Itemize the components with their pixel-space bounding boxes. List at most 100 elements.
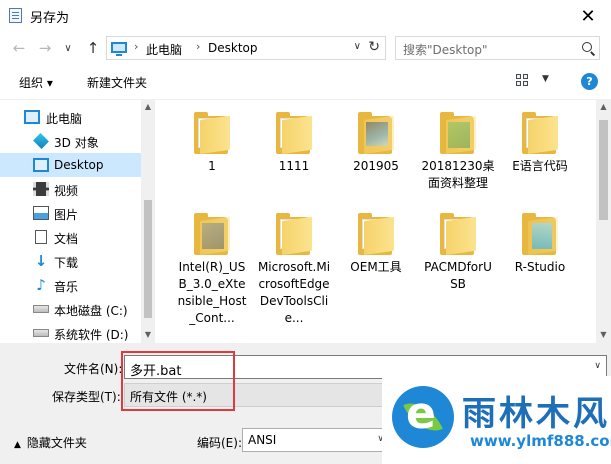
filename-label: 文件名(N): bbox=[64, 362, 123, 376]
sidebar-item-downloads[interactable]: ↓ 下载 bbox=[0, 249, 141, 273]
computer-icon bbox=[24, 110, 40, 124]
list-item[interactable]: 20181230桌面资料整理 bbox=[418, 112, 498, 192]
sidebar-item-pictures[interactable]: 图片 bbox=[0, 201, 141, 225]
file-list-scrollbar[interactable]: ▲ ▼ bbox=[596, 100, 611, 343]
sidebar-item-desktop[interactable]: Desktop bbox=[0, 153, 141, 177]
watermark-name: 雨林木风 bbox=[462, 394, 610, 434]
scroll-up-icon[interactable]: ▲ bbox=[141, 102, 155, 111]
scroll-down-icon[interactable]: ▼ bbox=[596, 330, 611, 339]
title-bar: 另存为 ✕ bbox=[0, 0, 611, 32]
file-name: PACMDforUSB bbox=[424, 260, 492, 291]
drive-icon bbox=[33, 329, 49, 337]
folder-image-icon bbox=[358, 112, 394, 154]
chevron-down-icon[interactable]: ∨ bbox=[594, 361, 601, 371]
file-name: R-Studio bbox=[514, 260, 566, 274]
sidebar-item-3d-objects[interactable]: 3D 对象 bbox=[0, 129, 141, 153]
sidebar-item-drive-d[interactable]: 系统软件 (D:) bbox=[0, 321, 141, 345]
file-name: 1111 bbox=[278, 159, 310, 173]
scroll-down-icon[interactable]: ▼ bbox=[141, 330, 155, 339]
sidebar-item-label: Desktop bbox=[54, 158, 104, 172]
close-button[interactable]: ✕ bbox=[565, 0, 611, 32]
scroll-up-icon[interactable]: ▲ bbox=[596, 102, 611, 111]
list-item[interactable]: R-Studio bbox=[500, 213, 580, 276]
list-item[interactable]: Intel(R)_USB_3.0_eXtensible_Host_Cont... bbox=[172, 213, 252, 327]
chevron-down-icon[interactable]: ∨ bbox=[354, 41, 361, 52]
help-icon[interactable]: ? bbox=[581, 73, 598, 90]
ylmf-logo-icon: e bbox=[392, 386, 454, 448]
folder-image-icon bbox=[194, 213, 230, 255]
list-item[interactable]: 201905 bbox=[336, 112, 416, 175]
folder-icon bbox=[276, 112, 312, 154]
encoding-select[interactable]: ANSI ∨ bbox=[242, 428, 390, 452]
logo-letter: e bbox=[406, 388, 436, 439]
watermark-logo: e 雨林木风 www.ylmf888.com bbox=[382, 376, 611, 464]
filetype-label: 保存类型(T): bbox=[52, 390, 121, 404]
sidebar-item-this-pc[interactable]: 此电脑 bbox=[0, 105, 141, 129]
drive-icon bbox=[33, 305, 49, 313]
list-item[interactable]: 1111 bbox=[254, 112, 334, 175]
search-input[interactable]: 搜索"Desktop" bbox=[395, 36, 600, 60]
computer-icon bbox=[111, 42, 127, 56]
download-icon: ↓ bbox=[34, 252, 48, 270]
highlight-box bbox=[121, 351, 235, 411]
navigation-pane: 此电脑 3D 对象 Desktop 视频 图片 文档 ↓ 下载 ♪ 音乐 本地磁… bbox=[0, 100, 155, 343]
scrollbar-thumb[interactable] bbox=[144, 200, 152, 318]
music-icon: ♪ bbox=[36, 276, 46, 294]
breadcrumb-this-pc[interactable]: 此电脑 bbox=[146, 41, 182, 58]
list-item[interactable]: E语言代码 bbox=[500, 112, 580, 175]
search-placeholder: 搜索"Desktop" bbox=[403, 43, 488, 57]
documents-icon bbox=[35, 230, 47, 244]
view-dropdown-icon[interactable]: ▼ bbox=[542, 74, 549, 84]
up-arrow-icon[interactable]: ↑ bbox=[82, 36, 104, 60]
command-toolbar: 组织 ▾ 新建文件夹 ▼ ? bbox=[0, 64, 611, 100]
video-icon bbox=[33, 182, 49, 196]
sidebar-item-label: 视频 bbox=[54, 184, 79, 198]
breadcrumb-separator-icon: › bbox=[196, 40, 201, 53]
refresh-icon[interactable]: ↻ bbox=[368, 39, 380, 55]
sidebar-item-label: 此电脑 bbox=[46, 112, 83, 126]
hide-folders-label: 隐藏文件夹 bbox=[26, 436, 87, 450]
3d-objects-icon bbox=[33, 133, 49, 149]
organize-button[interactable]: 组织 ▾ bbox=[19, 74, 53, 91]
folder-icon bbox=[522, 112, 558, 154]
watermark-url: www.ylmf888.com bbox=[470, 432, 611, 450]
window-title: 另存为 bbox=[30, 11, 70, 26]
search-icon[interactable] bbox=[582, 42, 592, 52]
file-name: E语言代码 bbox=[512, 159, 568, 173]
file-list: 1 1111 201905 20181230桌面资料整理 E语言代码 Intel… bbox=[156, 100, 596, 343]
sidebar-item-drive-c[interactable]: 本地磁盘 (C:) bbox=[0, 297, 141, 321]
sidebar-item-label: 系统软件 (D:) bbox=[54, 328, 129, 342]
forward-arrow-icon[interactable]: → bbox=[34, 36, 56, 60]
list-item[interactable]: PACMDforUSB bbox=[418, 213, 498, 293]
sidebar-scrollbar[interactable]: ▲ ▼ bbox=[141, 100, 155, 343]
hide-folders-button[interactable]: ▲ 隐藏文件夹 bbox=[14, 434, 87, 451]
notepad-icon bbox=[9, 8, 22, 23]
sidebar-item-label: 下载 bbox=[54, 256, 79, 270]
recent-locations-icon[interactable]: ∨ bbox=[57, 36, 79, 60]
sidebar-item-label: 图片 bbox=[54, 208, 79, 222]
sidebar-item-label: 文档 bbox=[54, 232, 79, 246]
address-bar[interactable]: › 此电脑 › Desktop ∨ ↻ bbox=[106, 36, 386, 60]
folder-icon bbox=[440, 213, 476, 255]
folder-image-icon bbox=[440, 112, 476, 154]
desktop-icon bbox=[33, 158, 49, 172]
file-name: Microsoft.MicrosoftEdgeDevToolsClie... bbox=[257, 260, 331, 325]
breadcrumb-desktop[interactable]: Desktop bbox=[208, 41, 258, 55]
new-folder-button[interactable]: 新建文件夹 bbox=[87, 74, 147, 91]
encoding-label: 编码(E): bbox=[197, 436, 242, 450]
file-name: 20181230桌面资料整理 bbox=[421, 159, 495, 190]
view-options-icon[interactable] bbox=[516, 74, 530, 88]
list-item[interactable]: 1 bbox=[172, 112, 252, 175]
folder-icon bbox=[194, 112, 230, 154]
breadcrumb-separator-icon: › bbox=[134, 40, 139, 53]
list-item[interactable]: Microsoft.MicrosoftEdgeDevToolsClie... bbox=[254, 213, 334, 327]
scrollbar-thumb[interactable] bbox=[599, 120, 608, 220]
list-item[interactable]: OEM工具 bbox=[336, 213, 416, 276]
back-arrow-icon[interactable]: ← bbox=[8, 36, 30, 60]
chevron-up-icon: ▲ bbox=[14, 440, 21, 450]
sidebar-item-label: 3D 对象 bbox=[54, 136, 99, 150]
sidebar-item-documents[interactable]: 文档 bbox=[0, 225, 141, 249]
sidebar-item-videos[interactable]: 视频 bbox=[0, 177, 141, 201]
sidebar-item-label: 本地磁盘 (C:) bbox=[54, 304, 128, 318]
sidebar-item-music[interactable]: ♪ 音乐 bbox=[0, 273, 141, 297]
